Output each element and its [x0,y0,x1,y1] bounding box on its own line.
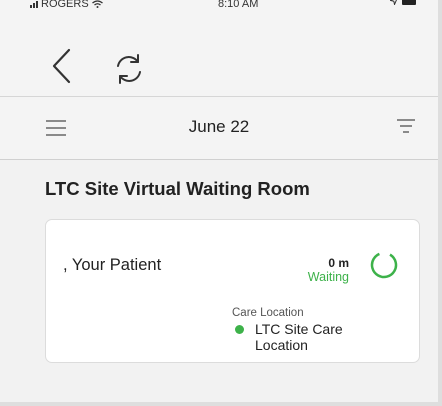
care-location-label: Care Location [232,307,304,319]
filter-icon [397,119,415,133]
refresh-button[interactable] [112,52,146,86]
patient-card[interactable]: , Your Patient 0 m Waiting Care Location… [45,219,420,363]
wait-status: Waiting [307,270,349,284]
filter-button[interactable] [397,119,415,135]
top-toolbar [0,14,438,97]
battery-icon [402,0,416,5]
refresh-icon [117,54,141,84]
date-header: June 22 [0,97,438,160]
location-status-dot-icon [235,325,244,334]
selected-date[interactable]: June 22 [0,117,438,137]
wait-time: 0 m [328,256,349,270]
chevron-left-icon [52,48,71,84]
waiting-progress-icon [370,251,398,279]
status-time: 8:10 AM [218,0,259,10]
care-location-name: LTC Site Care Location [255,321,343,353]
signal-icon [30,0,38,8]
status-right [390,0,416,5]
patient-name: , Your Patient [63,256,162,274]
status-bar: ROGERS 8:10 AM [0,0,438,14]
wifi-icon [91,0,103,8]
carrier-name: ROGERS [41,0,89,10]
location-arrow-icon [390,0,397,5]
back-button[interactable] [50,48,74,84]
app-frame: ROGERS 8:10 AM June 22 LTC Site Virtual … [0,0,442,406]
page-title: LTC Site Virtual Waiting Room [45,178,310,199]
carrier-info: ROGERS [30,0,103,10]
